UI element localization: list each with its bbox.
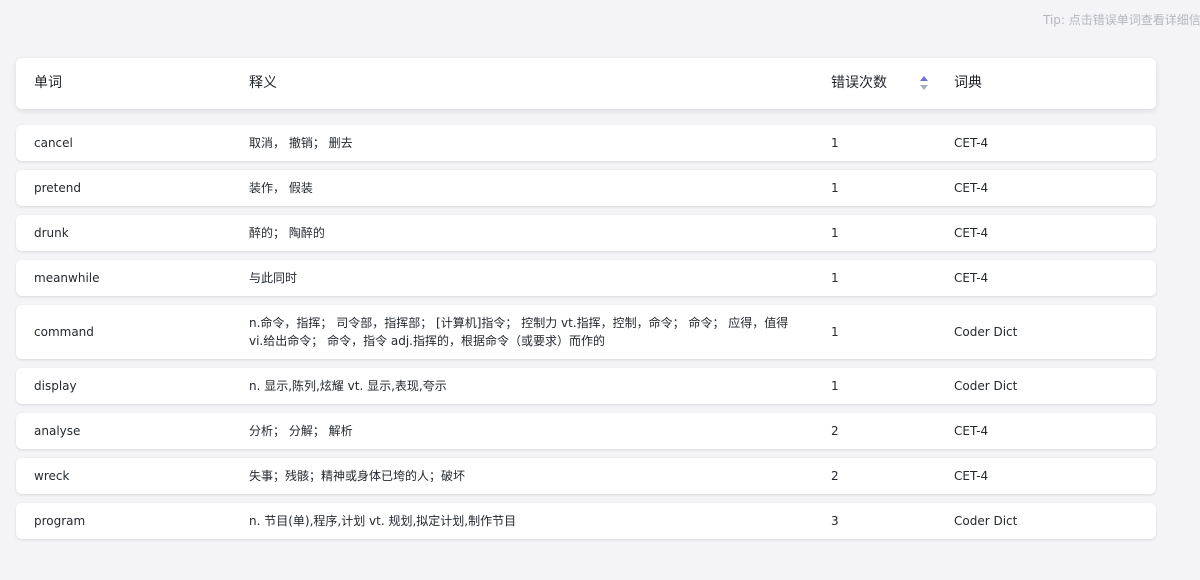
error-count-cell: 1 (831, 181, 839, 195)
dict-cell: Coder Dict (954, 514, 1018, 528)
error-count-cell: 1 (831, 271, 839, 285)
error-count-cell: 2 (831, 424, 839, 438)
table-row[interactable]: pretend 装作， 假装 1 CET-4 (16, 170, 1156, 206)
word-cell[interactable]: analyse (34, 413, 244, 449)
dict-cell: Coder Dict (954, 325, 1018, 339)
tip-text: Tip: 点击错误单词查看详细信息 (1043, 13, 1200, 27)
word-cell[interactable]: display (34, 368, 244, 404)
wrong-words-table: 单词 释义 错误次数 词典 cancel 取消， 撤销； 删去 1 CET-4 … (16, 58, 1156, 548)
translation-cell: n.命令，指挥； 司令部，指挥部； [计算机]指令； 控制力 vt.指挥，控制，… (249, 316, 789, 348)
word-cell[interactable]: program (34, 503, 244, 539)
error-count-cell: 3 (831, 514, 839, 528)
error-count-cell: 1 (831, 136, 839, 150)
table-row[interactable]: program n. 节目(单),程序,计划 vt. 规划,拟定计划,制作节目 … (16, 503, 1156, 539)
header-word: 单词 (34, 75, 62, 91)
dict-cell: CET-4 (954, 271, 989, 285)
sort-caret-icon[interactable] (919, 76, 929, 92)
translation-cell: 分析； 分解； 解析 (249, 424, 353, 438)
error-count-cell: 1 (831, 379, 839, 393)
dict-cell: Coder Dict (954, 379, 1018, 393)
table-row[interactable]: command n.命令，指挥； 司令部，指挥部； [计算机]指令； 控制力 v… (16, 305, 1156, 359)
header-dict: 词典 (954, 75, 982, 91)
error-count-cell: 2 (831, 469, 839, 483)
table-row[interactable]: analyse 分析； 分解； 解析 2 CET-4 (16, 413, 1156, 449)
dict-cell: CET-4 (954, 136, 989, 150)
dict-cell: CET-4 (954, 424, 989, 438)
sort-up-icon (920, 76, 928, 81)
dict-cell: CET-4 (954, 181, 989, 195)
word-cell[interactable]: command (34, 305, 244, 359)
table-row[interactable]: cancel 取消， 撤销； 删去 1 CET-4 (16, 125, 1156, 161)
table-row[interactable]: display n. 显示,陈列,炫耀 vt. 显示,表现,夸示 1 Coder… (16, 368, 1156, 404)
table-header: 单词 释义 错误次数 词典 (16, 58, 1156, 109)
word-cell[interactable]: cancel (34, 125, 244, 161)
error-count-cell: 1 (831, 226, 839, 240)
table-row[interactable]: drunk 醉的； 陶醉的 1 CET-4 (16, 215, 1156, 251)
dict-cell: CET-4 (954, 469, 989, 483)
translation-cell: 与此同时 (249, 271, 298, 285)
table-row[interactable]: meanwhile 与此同时 1 CET-4 (16, 260, 1156, 296)
translation-cell: n. 节目(单),程序,计划 vt. 规划,拟定计划,制作节目 (249, 514, 517, 528)
translation-cell: 装作， 假装 (249, 181, 313, 195)
header-translation: 释义 (249, 75, 277, 91)
word-cell[interactable]: wreck (34, 458, 244, 494)
translation-cell: 取消， 撤销； 删去 (249, 136, 353, 150)
translation-cell: n. 显示,陈列,炫耀 vt. 显示,表现,夸示 (249, 379, 447, 393)
word-cell[interactable]: drunk (34, 215, 244, 251)
word-cell[interactable]: pretend (34, 170, 244, 206)
header-error-count[interactable]: 错误次数 (831, 58, 931, 109)
table-row[interactable]: wreck 失事；残骸；精神或身体已垮的人；破坏 2 CET-4 (16, 458, 1156, 494)
sort-down-icon (920, 85, 928, 90)
translation-cell: 失事；残骸；精神或身体已垮的人；破坏 (249, 469, 466, 483)
error-count-cell: 1 (831, 325, 839, 339)
word-cell[interactable]: meanwhile (34, 260, 244, 296)
translation-cell: 醉的； 陶醉的 (249, 226, 325, 240)
dict-cell: CET-4 (954, 226, 989, 240)
